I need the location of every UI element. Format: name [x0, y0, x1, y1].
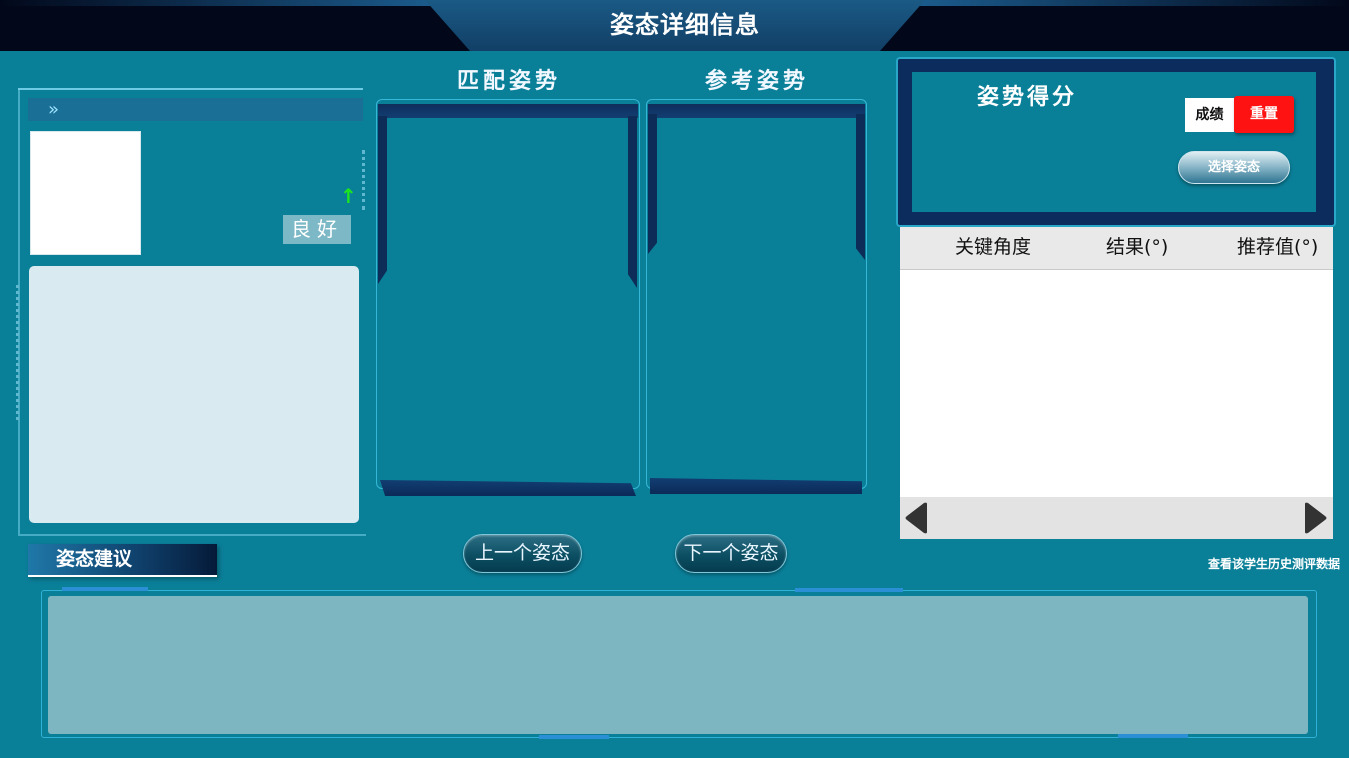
reference-pose-top-bar [648, 104, 865, 118]
match-pose-viewer [376, 99, 640, 489]
student-photo [30, 131, 141, 255]
reference-pose-side-left [648, 114, 657, 254]
page-title: 姿态详细信息 [610, 11, 760, 39]
double-chevron-right-icon[interactable]: » [48, 98, 68, 121]
scroll-left-icon[interactable] [903, 502, 931, 534]
frame-accent [795, 588, 903, 592]
header-glow-left [0, 0, 440, 6]
column-header-key-angle: 关键角度 [955, 236, 1032, 258]
frame-accent [539, 735, 609, 739]
score-title: 姿势得分 [976, 85, 1077, 110]
next-pose-button[interactable]: 下一个姿态 [675, 534, 787, 573]
select-pose-button[interactable]: 选择姿态 [1178, 151, 1290, 184]
decorative-dots [362, 150, 365, 210]
advice-text-box [48, 596, 1308, 734]
rating-badge: 良好 [283, 215, 351, 244]
match-pose-side-right [628, 116, 637, 288]
decorative-dots [16, 285, 19, 420]
header-glow-right [915, 0, 1349, 6]
scroll-right-icon[interactable] [1301, 502, 1329, 534]
reference-pose-title: 参考姿势 [704, 69, 809, 94]
match-pose-top-bar [378, 104, 638, 118]
student-info-box [29, 266, 359, 523]
reset-button[interactable]: 重置 [1234, 96, 1294, 133]
match-pose-side-left [378, 116, 387, 284]
match-pose-title: 匹配姿势 [456, 69, 561, 94]
column-header-recommended: 推荐值(°) [1237, 236, 1319, 258]
angle-table [900, 227, 1333, 539]
up-arrow-icon: ↑ [340, 184, 357, 208]
frame-accent [1118, 734, 1188, 738]
frame-accent [62, 587, 148, 591]
reference-pose-viewer [646, 99, 867, 489]
history-data-link[interactable]: 查看该学生历史测评数据 [1150, 553, 1340, 575]
student-panel-top-edge [18, 88, 363, 90]
table-horizontal-scrollbar[interactable] [900, 497, 1333, 539]
score-panel-inner [912, 72, 1316, 212]
prev-pose-button[interactable]: 上一个姿态 [463, 534, 582, 573]
reference-pose-side-right [856, 114, 865, 260]
column-header-result: 结果(°) [1106, 236, 1169, 258]
chevron-right-icon[interactable]: › [1323, 553, 1339, 575]
student-panel-header [28, 98, 363, 121]
grade-button[interactable]: 成绩 [1185, 98, 1234, 132]
advice-label: 姿态建议 [28, 544, 217, 577]
